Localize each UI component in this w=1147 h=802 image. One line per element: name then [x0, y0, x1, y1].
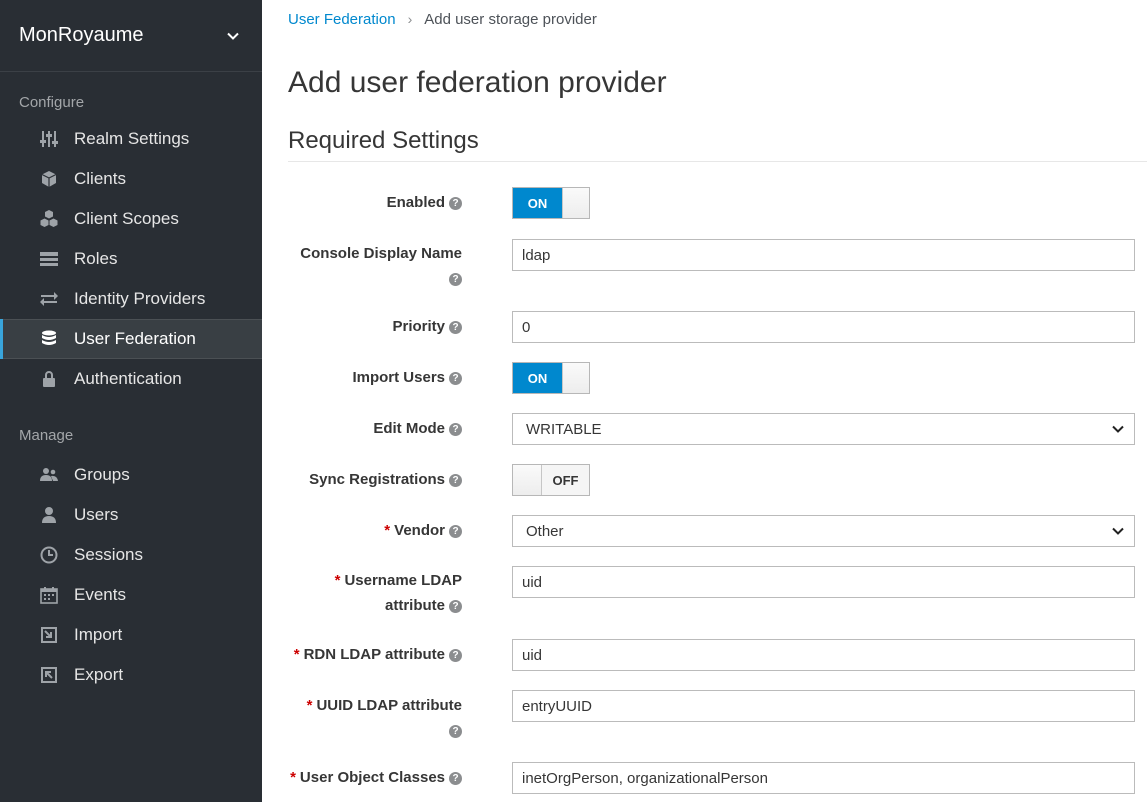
username-ldap-attribute-label: * Username LDAP attribute? — [334, 572, 462, 614]
breadcrumb-current: Add user storage provider — [424, 10, 597, 28]
list-icon — [38, 248, 60, 270]
sidebar: MonRoyaume Configure Realm Settings Clie… — [0, 0, 262, 802]
sidebar-item-authentication[interactable]: Authentication — [0, 359, 262, 399]
required-marker: * — [334, 572, 341, 589]
chevron-down-icon — [1112, 527, 1124, 535]
sidebar-item-sessions[interactable]: Sessions — [0, 535, 262, 575]
clock-icon — [38, 544, 60, 566]
help-icon[interactable]: ? — [449, 321, 462, 334]
sidebar-item-label: Identity Providers — [74, 289, 206, 308]
console-display-name-input[interactable]: ldap — [512, 239, 1135, 271]
rdn-ldap-attribute-input[interactable]: uid — [512, 639, 1135, 671]
main-content: User Federation › Add user storage provi… — [288, 0, 1147, 794]
help-icon[interactable]: ? — [449, 273, 462, 286]
sidebar-item-label: Events — [74, 585, 126, 604]
help-icon[interactable]: ? — [449, 600, 462, 613]
edit-mode-select[interactable]: WRITABLE — [512, 413, 1135, 445]
user-icon — [38, 504, 60, 526]
sidebar-item-identity-providers[interactable]: Identity Providers — [0, 279, 262, 319]
export-icon — [38, 664, 60, 686]
enabled-toggle[interactable]: ON — [512, 187, 590, 219]
required-marker: * — [293, 646, 300, 663]
help-icon[interactable]: ? — [449, 197, 462, 210]
database-icon — [38, 328, 60, 350]
toggle-off-label: OFF — [542, 465, 589, 495]
manage-section-title: Manage — [19, 427, 74, 444]
section-heading: Required Settings — [288, 127, 1147, 162]
username-ldap-attribute-input[interactable]: uid — [512, 566, 1135, 598]
help-icon[interactable]: ? — [449, 423, 462, 436]
vendor-select[interactable]: Other — [512, 515, 1135, 547]
sidebar-item-roles[interactable]: Roles — [0, 239, 262, 279]
required-marker: * — [384, 522, 391, 539]
sidebar-item-label: Authentication — [74, 369, 182, 388]
required-marker: * — [290, 769, 296, 786]
sidebar-item-label: Realm Settings — [74, 129, 190, 148]
sidebar-item-users[interactable]: Users — [0, 495, 262, 535]
breadcrumb: User Federation › Add user storage provi… — [288, 0, 1147, 38]
console-display-name-label: Console Display Name? — [300, 245, 462, 286]
realm-selector[interactable]: MonRoyaume — [0, 0, 262, 72]
realm-name: MonRoyaume — [19, 24, 144, 46]
help-icon[interactable]: ? — [449, 372, 462, 385]
priority-input[interactable]: 0 — [512, 311, 1135, 343]
import-icon — [38, 624, 60, 646]
sidebar-item-label: Clients — [74, 169, 126, 188]
sidebar-item-realm-settings[interactable]: Realm Settings — [0, 119, 262, 159]
sidebar-item-clients[interactable]: Clients — [0, 159, 262, 199]
sync-registrations-label: Sync Registrations? — [288, 467, 462, 492]
sliders-icon — [38, 128, 60, 150]
lock-icon — [38, 368, 60, 390]
sidebar-item-label: Sessions — [74, 545, 143, 564]
calendar-icon — [38, 584, 60, 606]
sidebar-item-groups[interactable]: Groups — [0, 455, 262, 495]
toggle-on-label: ON — [513, 188, 562, 218]
sidebar-item-client-scopes[interactable]: Client Scopes — [0, 199, 262, 239]
help-icon[interactable]: ? — [449, 649, 462, 662]
breadcrumb-user-federation-link[interactable]: User Federation — [288, 11, 396, 28]
cube-icon — [38, 168, 60, 190]
sidebar-item-export[interactable]: Export — [0, 655, 262, 695]
sidebar-item-label: Import — [74, 625, 123, 644]
sidebar-item-events[interactable]: Events — [0, 575, 262, 615]
users-icon — [38, 464, 60, 486]
rdn-ldap-attribute-label: * RDN LDAP attribute? — [288, 642, 462, 667]
sidebar-item-user-federation[interactable]: User Federation — [0, 319, 262, 359]
sidebar-item-label: Roles — [74, 249, 118, 268]
sidebar-item-label: User Federation — [74, 329, 196, 348]
import-users-toggle[interactable]: ON — [512, 362, 590, 394]
exchange-icon — [38, 288, 60, 310]
help-icon[interactable]: ? — [449, 725, 462, 738]
help-icon[interactable]: ? — [449, 474, 462, 487]
sync-registrations-toggle[interactable]: OFF — [512, 464, 590, 496]
help-icon[interactable]: ? — [449, 525, 462, 538]
cubes-icon — [38, 208, 60, 230]
sidebar-item-import[interactable]: Import — [0, 615, 262, 655]
breadcrumb-separator: › — [407, 11, 413, 27]
help-icon[interactable]: ? — [449, 772, 462, 785]
toggle-knob — [562, 188, 589, 218]
toggle-knob — [562, 363, 589, 393]
sidebar-item-label: Client Scopes — [74, 209, 179, 228]
import-users-label: Import Users? — [288, 365, 462, 390]
configure-section-title: Configure — [19, 94, 85, 111]
sidebar-item-label: Users — [74, 505, 119, 524]
user-object-classes-input[interactable]: inetOrgPerson, organizationalPerson — [512, 762, 1135, 794]
enabled-label: Enabled? — [288, 190, 462, 215]
uuid-ldap-attribute-label: * UUID LDAP attribute? — [306, 697, 462, 738]
vendor-label: * Vendor? — [288, 518, 462, 543]
sidebar-item-label: Export — [74, 665, 124, 684]
toggle-on-label: ON — [513, 363, 562, 393]
uuid-ldap-attribute-input[interactable]: entryUUID — [512, 690, 1135, 722]
edit-mode-label: Edit Mode? — [288, 416, 462, 441]
chevron-down-icon — [227, 32, 239, 40]
chevron-down-icon — [1112, 425, 1124, 433]
user-object-classes-label: * User Object Classes? — [288, 765, 462, 790]
toggle-knob — [513, 465, 542, 495]
sidebar-item-label: Groups — [74, 465, 130, 484]
page-title: Add user federation provider — [288, 66, 667, 99]
required-marker: * — [306, 697, 313, 714]
priority-label: Priority? — [288, 314, 462, 339]
